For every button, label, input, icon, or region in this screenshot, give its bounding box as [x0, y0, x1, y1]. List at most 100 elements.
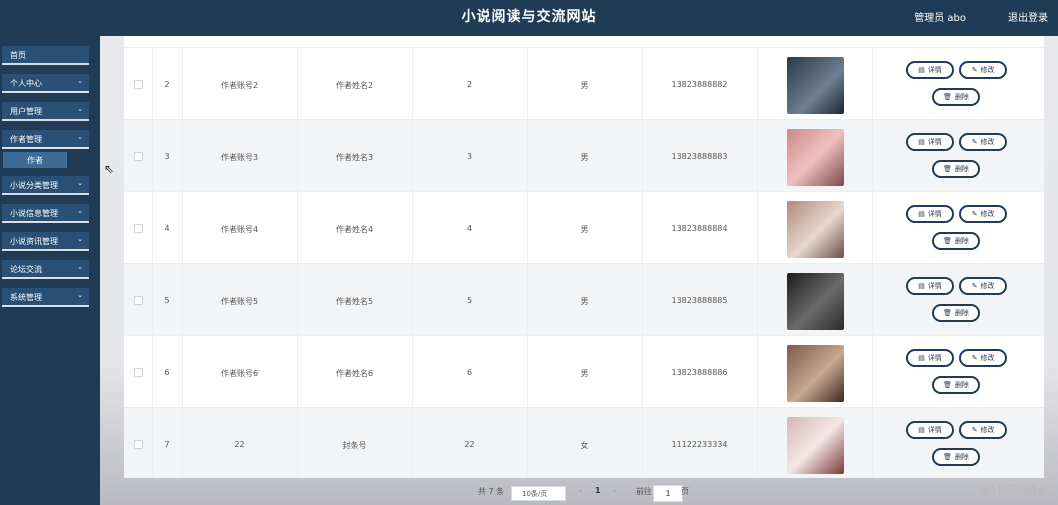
- cell-text: 作者姓名2: [335, 81, 374, 90]
- cell-text: 4: [466, 224, 473, 233]
- sidebar-item-label: 个人中心: [10, 79, 42, 88]
- mouse-cursor-icon: ⇖: [104, 162, 115, 176]
- table-cell-num: 5: [412, 264, 528, 335]
- detail-button[interactable]: ▤ 详情: [906, 61, 954, 79]
- cell-text: 4: [164, 224, 170, 233]
- row-checkbox[interactable]: [134, 152, 143, 161]
- author-photo: [787, 201, 844, 258]
- table-cell-index: 7: [152, 408, 183, 478]
- trash-icon: 🗑: [943, 237, 952, 245]
- delete-button[interactable]: 🗑 删除: [932, 376, 980, 394]
- table-row: 2 作者账号2 作者姓名2 2 男 13823888882 ▤ 详情 ✎ 修改 🗑 删除: [124, 48, 1044, 120]
- cell-text: 6: [466, 368, 473, 377]
- table-cell-account: 作者账号5: [182, 264, 298, 335]
- cell-text: 女: [580, 441, 589, 450]
- table-cell-index: 5: [152, 264, 183, 335]
- sidebar-item-author-management[interactable]: 作者管理 ⌄: [2, 130, 89, 149]
- trash-icon: 🗑: [943, 165, 952, 173]
- sidebar-item-novel-news[interactable]: 小说资讯管理 ⌄: [2, 232, 89, 251]
- author-photo: [787, 129, 844, 186]
- sidebar-item-personal-center[interactable]: 个人中心 ⌄: [2, 74, 89, 93]
- table-cell-account: 作者账号2: [182, 48, 298, 119]
- cell-text: 男: [580, 81, 589, 90]
- sidebar-item-novel-info[interactable]: 小说信息管理 ⌄: [2, 204, 89, 223]
- table-cell-num: 2: [412, 48, 528, 119]
- row-checkbox[interactable]: [134, 368, 143, 377]
- button-label: 修改: [980, 354, 995, 362]
- pencil-icon: ✎: [971, 210, 978, 218]
- cell-text: 男: [580, 225, 589, 234]
- sidebar-item-home[interactable]: 首页: [2, 46, 89, 65]
- sidebar-item-label: 小说信息管理: [10, 209, 58, 218]
- row-checkbox[interactable]: [134, 224, 143, 233]
- cell-text: 5: [164, 296, 170, 305]
- current-page[interactable]: 1: [595, 486, 601, 495]
- cell-text: 作者账号5: [220, 297, 259, 306]
- sidebar-item-novel-category[interactable]: 小说分类管理 ⌄: [2, 176, 89, 195]
- delete-button[interactable]: 🗑 删除: [932, 160, 980, 178]
- sidebar-item-forum[interactable]: 论坛交流 ⌄: [2, 260, 89, 279]
- cell-text: 6: [164, 368, 170, 377]
- row-checkbox[interactable]: [134, 80, 143, 89]
- goto-page-input[interactable]: [653, 485, 683, 502]
- checkbox-cell: [124, 408, 153, 478]
- author-photo: [787, 57, 844, 114]
- edit-button[interactable]: ✎ 修改: [959, 277, 1007, 295]
- table-cell-phone: 13823888886: [642, 336, 758, 407]
- table-cell-num: 6: [412, 336, 528, 407]
- detail-button[interactable]: ▤ 详情: [906, 133, 954, 151]
- delete-button[interactable]: 🗑 删除: [932, 448, 980, 466]
- prev-page-icon[interactable]: ‹: [579, 486, 582, 495]
- detail-button[interactable]: ▤ 详情: [906, 349, 954, 367]
- cell-text: 7: [164, 440, 170, 449]
- button-label: 修改: [980, 138, 995, 146]
- cell-text: 男: [580, 369, 589, 378]
- button-label: 详情: [927, 282, 942, 290]
- next-page-icon[interactable]: ›: [613, 486, 616, 495]
- table-cell-account: 作者账号3: [182, 120, 298, 191]
- sidebar-subitem-author[interactable]: 作者: [3, 152, 67, 168]
- sidebar-item-label: 用户管理: [10, 107, 42, 116]
- table-row: 7 22 封条号 22 女 11122233334 ▤ 详情 ✎ 修改 🗑 删除: [124, 408, 1044, 478]
- row-checkbox[interactable]: [134, 440, 143, 449]
- table-cell-index: 6: [152, 336, 183, 407]
- table-cell-account: 作者账号6: [182, 336, 298, 407]
- cell-text: 5: [466, 296, 473, 305]
- edit-button[interactable]: ✎ 修改: [959, 349, 1007, 367]
- edit-button[interactable]: ✎ 修改: [959, 205, 1007, 223]
- document-icon: ▤: [918, 426, 925, 434]
- delete-button[interactable]: 🗑 删除: [932, 88, 980, 106]
- table-row-partial: [124, 36, 1044, 48]
- button-label: 删除: [954, 309, 969, 317]
- pencil-icon: ✎: [971, 426, 978, 434]
- edit-button[interactable]: ✎ 修改: [959, 133, 1007, 151]
- table-row: 5 作者账号5 作者姓名5 5 男 13823888885 ▤ 详情 ✎ 修改 🗑 删除: [124, 264, 1044, 336]
- cell-text: 13823888886: [671, 368, 728, 377]
- detail-button[interactable]: ▤ 详情: [906, 205, 954, 223]
- button-label: 删除: [954, 165, 969, 173]
- sidebar-item-user-management[interactable]: 用户管理 ⌄: [2, 102, 89, 121]
- table-cell-name: 作者姓名3: [297, 120, 413, 191]
- chevron-down-icon: ⌄: [77, 235, 83, 243]
- trash-icon: 🗑: [943, 93, 952, 101]
- sidebar-item-label: 小说资讯管理: [10, 237, 58, 246]
- pencil-icon: ✎: [971, 66, 978, 74]
- cell-text: 作者姓名3: [335, 153, 374, 162]
- row-checkbox[interactable]: [134, 296, 143, 305]
- detail-button[interactable]: ▤ 详情: [906, 421, 954, 439]
- table-cell-num: 3: [412, 120, 528, 191]
- edit-button[interactable]: ✎ 修改: [959, 421, 1007, 439]
- table-cell-name: 作者姓名5: [297, 264, 413, 335]
- logout-link[interactable]: 退出登录: [1008, 9, 1048, 24]
- table-cell-index: 3: [152, 120, 183, 191]
- sidebar-item-system-management[interactable]: 系统管理 ⌄: [2, 288, 89, 307]
- goto-suffix: 页: [681, 487, 689, 496]
- detail-button[interactable]: ▤ 详情: [906, 277, 954, 295]
- edit-button[interactable]: ✎ 修改: [959, 61, 1007, 79]
- trash-icon: 🗑: [943, 381, 952, 389]
- page-size-select[interactable]: 10条/页 ⌄: [511, 486, 566, 501]
- cell-text: 2: [164, 80, 170, 89]
- delete-button[interactable]: 🗑 删除: [932, 304, 980, 322]
- cell-text: 男: [580, 153, 589, 162]
- delete-button[interactable]: 🗑 删除: [932, 232, 980, 250]
